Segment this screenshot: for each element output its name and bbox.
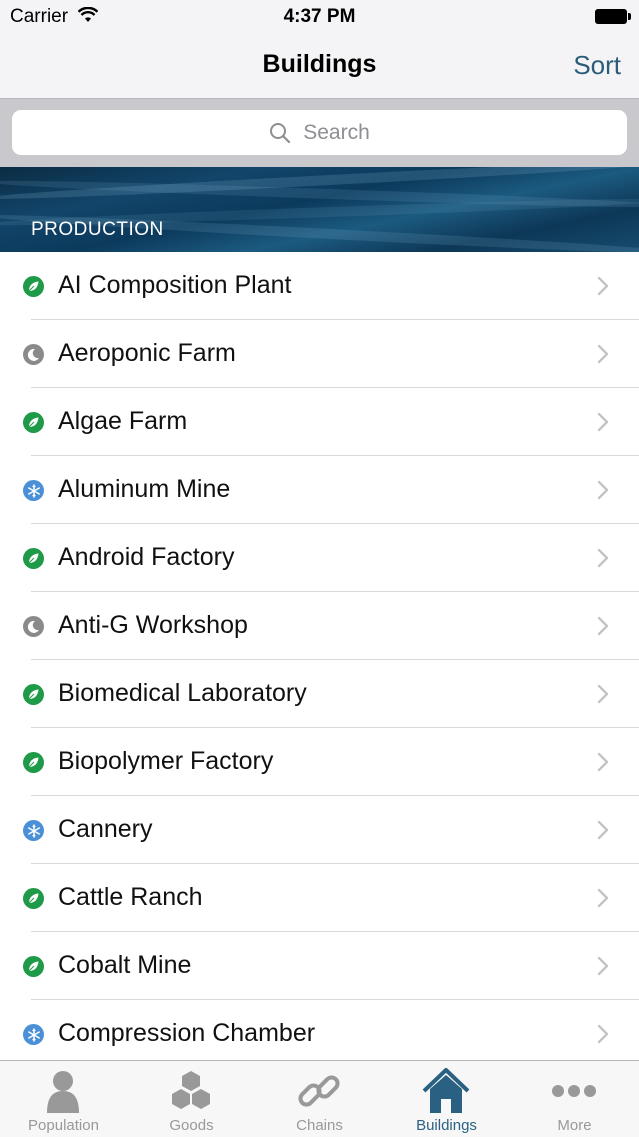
leaf-icon bbox=[23, 956, 44, 977]
tab-more[interactable]: More bbox=[511, 1061, 638, 1137]
tab-label: Chains bbox=[296, 1117, 343, 1134]
snowflake-icon bbox=[23, 1024, 44, 1045]
list-item[interactable]: Aeroponic Farm bbox=[0, 320, 639, 388]
list-item-label: Cattle Ranch bbox=[58, 883, 203, 911]
list-item-label: Cobalt Mine bbox=[58, 951, 192, 979]
list-item-label: Anti-G Workshop bbox=[58, 611, 248, 639]
leaf-icon bbox=[23, 412, 44, 433]
sort-button[interactable]: Sort bbox=[573, 50, 621, 81]
page-title: Buildings bbox=[262, 50, 377, 78]
chevron-right-icon bbox=[597, 684, 609, 704]
battery-icon bbox=[595, 9, 631, 24]
tab-label: Population bbox=[28, 1117, 99, 1134]
list-item[interactable]: Cannery bbox=[0, 796, 639, 864]
list-item-label: Algae Farm bbox=[58, 407, 188, 435]
list-item-label: Aluminum Mine bbox=[58, 475, 231, 503]
snowflake-icon bbox=[23, 480, 44, 501]
list-item-label: Cannery bbox=[58, 815, 153, 843]
moon-icon bbox=[23, 344, 44, 365]
chevron-right-icon bbox=[597, 888, 609, 908]
list-item-label: Compression Chamber bbox=[58, 1019, 316, 1047]
chevron-right-icon bbox=[597, 548, 609, 568]
leaf-icon bbox=[23, 684, 44, 705]
hexagons-icon bbox=[172, 1071, 210, 1109]
navigation-bar: Buildings Sort bbox=[0, 34, 639, 99]
leaf-icon bbox=[23, 276, 44, 297]
list-item[interactable]: AI Composition Plant bbox=[0, 252, 639, 320]
list-item[interactable]: Cattle Ranch bbox=[0, 864, 639, 932]
list-item[interactable]: Biomedical Laboratory bbox=[0, 660, 639, 728]
chevron-right-icon bbox=[597, 752, 609, 772]
house-icon bbox=[422, 1068, 470, 1113]
tab-label: Buildings bbox=[416, 1117, 477, 1134]
status-bar: Carrier 4:37 PM bbox=[0, 0, 639, 34]
ellipsis-icon bbox=[552, 1085, 596, 1097]
chevron-right-icon bbox=[597, 616, 609, 636]
list-item-label: Aeroponic Farm bbox=[58, 339, 236, 367]
person-icon bbox=[47, 1071, 79, 1113]
tab-bar: Population Goods Chains Buildings More bbox=[0, 1060, 639, 1137]
clock: 4:37 PM bbox=[283, 6, 356, 27]
list-item-label: Android Factory bbox=[58, 543, 235, 571]
chevron-right-icon bbox=[597, 412, 609, 432]
list-item-label: Biopolymer Factory bbox=[58, 747, 274, 775]
list-item-label: AI Composition Plant bbox=[58, 271, 292, 299]
chevron-right-icon bbox=[597, 1024, 609, 1044]
search-bar: Search bbox=[0, 99, 639, 167]
chevron-right-icon bbox=[597, 344, 609, 364]
snowflake-icon bbox=[23, 820, 44, 841]
list-item[interactable]: Android Factory bbox=[0, 524, 639, 592]
chevron-right-icon bbox=[597, 480, 609, 500]
list-item[interactable]: Aluminum Mine bbox=[0, 456, 639, 524]
tab-label: Goods bbox=[169, 1117, 214, 1134]
list-item[interactable]: Biopolymer Factory bbox=[0, 728, 639, 796]
leaf-icon bbox=[23, 752, 44, 773]
buildings-list: AI Composition Plant Aeroponic Farm Algae … bbox=[0, 252, 639, 1068]
tab-buildings[interactable]: Buildings bbox=[383, 1061, 510, 1137]
chevron-right-icon bbox=[597, 820, 609, 840]
leaf-icon bbox=[23, 548, 44, 569]
search-input[interactable]: Search bbox=[12, 110, 627, 155]
section-header: PRODUCTION bbox=[0, 167, 639, 252]
list-item-label: Biomedical Laboratory bbox=[58, 679, 307, 707]
search-icon bbox=[270, 122, 291, 143]
list-item[interactable]: Compression Chamber bbox=[0, 1000, 639, 1068]
chevron-right-icon bbox=[597, 276, 609, 296]
search-placeholder: Search bbox=[303, 120, 370, 144]
tab-chains[interactable]: Chains bbox=[256, 1061, 383, 1137]
list-item[interactable]: Cobalt Mine bbox=[0, 932, 639, 1000]
tab-goods[interactable]: Goods bbox=[128, 1061, 255, 1137]
list-item[interactable]: Anti-G Workshop bbox=[0, 592, 639, 660]
chevron-right-icon bbox=[597, 956, 609, 976]
tab-label: More bbox=[557, 1117, 592, 1134]
section-title: PRODUCTION bbox=[31, 219, 164, 240]
leaf-icon bbox=[23, 888, 44, 909]
moon-icon bbox=[23, 616, 44, 637]
tab-population[interactable]: Population bbox=[0, 1061, 127, 1137]
list-item[interactable]: Algae Farm bbox=[0, 388, 639, 456]
chain-link-icon bbox=[298, 1075, 340, 1107]
